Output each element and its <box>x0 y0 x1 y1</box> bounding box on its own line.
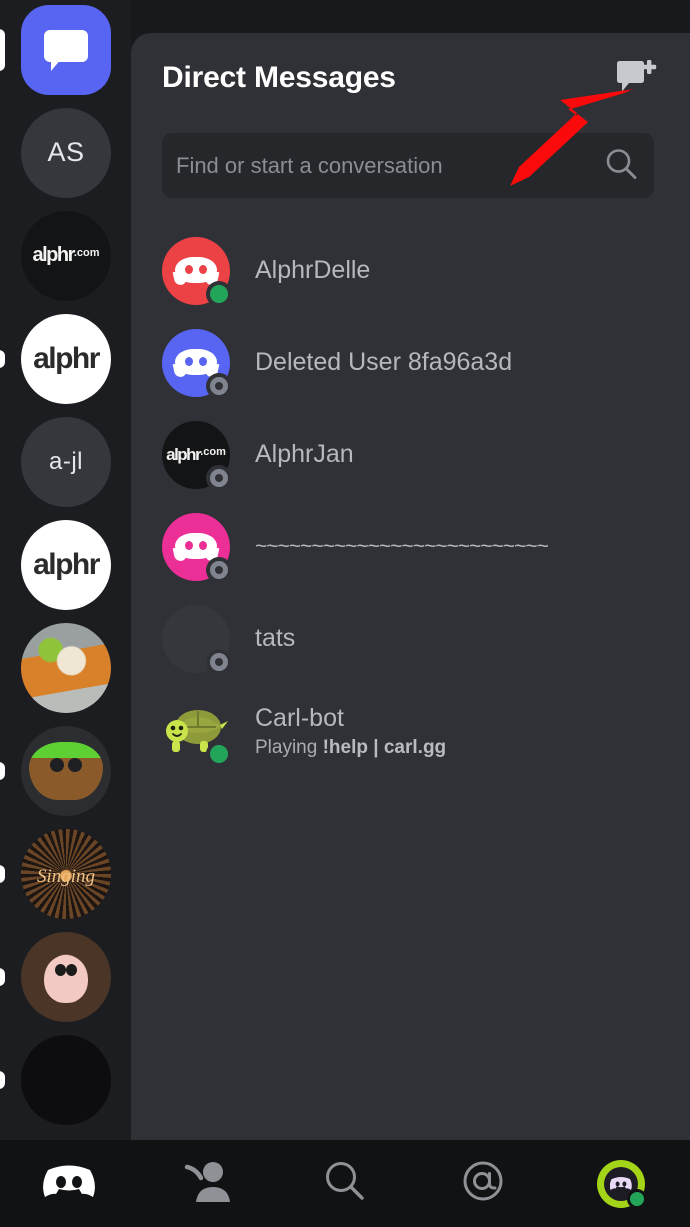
sidebar-item-server-minecraft[interactable] <box>0 719 131 822</box>
search-icon <box>323 1159 367 1208</box>
list-item[interactable]: AlphrDelle <box>131 225 690 317</box>
server-avatar: a-jl <box>21 416 111 507</box>
unread-indicator <box>0 1070 5 1089</box>
dm-username: AlphrJan <box>255 440 354 469</box>
page-title: Direct Messages <box>162 61 396 94</box>
search-placeholder: Find or start a conversation <box>176 152 443 178</box>
direct-messages-panel: Direct Messages Find or start a conversa… <box>131 33 690 1140</box>
search-input[interactable]: Find or start a conversation <box>162 133 654 198</box>
status-badge <box>206 741 232 767</box>
status-badge <box>206 557 232 583</box>
server-logo-text: alphr <box>33 341 100 375</box>
user-avatar-icon <box>597 1159 647 1209</box>
list-item[interactable]: alphr.com AlphrJan <box>131 409 690 501</box>
nav-profile[interactable] <box>552 1140 690 1227</box>
server-logo-text: Singing <box>36 866 96 888</box>
server-initials: a-jl <box>48 447 83 475</box>
server-logo-text: alphr.com <box>32 244 100 266</box>
list-item[interactable]: Carl-bot Playing !help | carl.gg <box>131 685 690 777</box>
avatar-logo-text: alphr.com <box>166 445 226 464</box>
nav-friends[interactable] <box>138 1140 276 1227</box>
server-initials: AS <box>47 137 85 167</box>
avatar <box>162 329 232 399</box>
server-avatar <box>21 1034 111 1125</box>
at-mention-icon <box>460 1158 506 1209</box>
search-icon[interactable] <box>604 146 638 185</box>
list-item[interactable]: Deleted User 8fa96a3d <box>131 317 690 409</box>
selected-indicator <box>0 28 5 71</box>
sidebar-item-server-shiba[interactable] <box>0 616 131 719</box>
unread-indicator <box>0 967 5 986</box>
server-avatar: alphr <box>21 519 111 610</box>
unread-indicator <box>0 864 5 883</box>
sidebar-item-server-alphr-2[interactable]: alphr <box>0 513 131 616</box>
dm-username: AlphrDelle <box>255 256 371 285</box>
nav-search[interactable] <box>276 1140 414 1227</box>
server-logo-text: alphr <box>33 547 100 581</box>
sidebar-item-server-alphr-com[interactable]: alphr.com <box>0 204 131 307</box>
sidebar-item-server-isaac[interactable] <box>0 925 131 1028</box>
server-avatar: alphr.com <box>21 210 111 301</box>
friends-icon <box>182 1158 232 1209</box>
server-avatar <box>21 931 111 1022</box>
sidebar-item-server-alphr-1[interactable]: alphr <box>0 307 131 410</box>
nav-servers[interactable] <box>0 1140 138 1227</box>
sidebar-item-server-as[interactable]: AS <box>0 101 131 204</box>
server-avatar <box>21 725 111 816</box>
status-badge <box>627 1188 647 1209</box>
avatar <box>162 697 232 767</box>
sidebar-item-direct-messages[interactable] <box>0 0 131 101</box>
list-item[interactable]: ~~~~~~~~~~~~~~~~~~~~~~~~~~ <box>131 501 690 593</box>
direct-messages-icon <box>21 4 111 95</box>
sidebar-item-server-a-jl[interactable]: a-jl <box>0 410 131 513</box>
sidebar-item-server-singing[interactable]: Singing <box>0 822 131 925</box>
bottom-navigation[interactable] <box>0 1140 690 1227</box>
dm-activity: Playing !help | carl.gg <box>255 737 447 759</box>
dm-username: Carl-bot <box>255 703 344 732</box>
unread-indicator <box>0 761 5 780</box>
dm-header: Direct Messages <box>131 33 690 125</box>
dm-username: Deleted User 8fa96a3d <box>255 348 513 377</box>
server-avatar: Singing <box>21 828 111 919</box>
avatar: alphr.com <box>162 421 232 491</box>
server-avatar <box>21 622 111 713</box>
avatar <box>162 605 232 675</box>
status-badge <box>206 373 232 399</box>
list-item[interactable]: tats <box>131 593 690 685</box>
new-message-icon[interactable] <box>615 59 659 101</box>
avatar <box>162 237 232 307</box>
dm-username: ~~~~~~~~~~~~~~~~~~~~~~~~~~ <box>255 534 549 558</box>
nav-mentions[interactable] <box>414 1140 552 1227</box>
avatar <box>162 513 232 583</box>
discord-mobile-screen: AS alphr.com alphr a-jl alphr Singing Di… <box>0 0 690 1227</box>
server-avatar: AS <box>21 107 111 198</box>
server-rail[interactable]: AS alphr.com alphr a-jl alphr Singing <box>0 0 131 1140</box>
sidebar-item-server-dark[interactable] <box>0 1028 131 1131</box>
discord-logo-icon <box>42 1160 96 1207</box>
server-avatar: alphr <box>21 313 111 404</box>
status-badge <box>206 649 232 675</box>
unread-indicator <box>0 349 5 368</box>
dm-list[interactable]: AlphrDelle Deleted User 8fa96a3d alphr.c… <box>131 225 690 777</box>
dm-username: tats <box>255 624 296 653</box>
status-badge <box>206 281 232 307</box>
status-badge <box>206 465 232 491</box>
